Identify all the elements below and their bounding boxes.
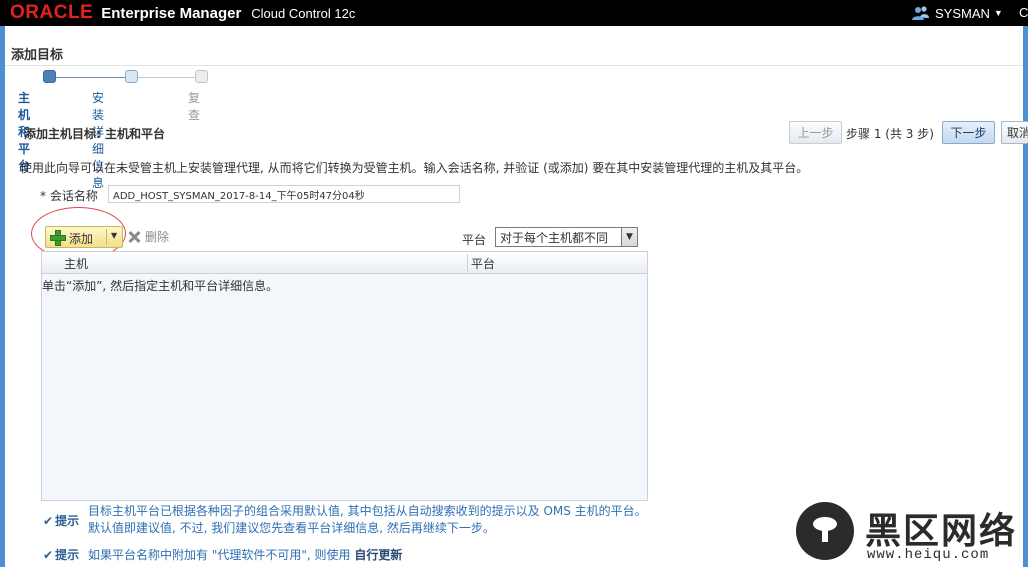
oracle-logo: ORACLE [10,2,94,23]
watermark-glyph-icon [813,517,837,542]
user-menu[interactable]: SYSMAN ▼ [912,0,1003,26]
add-button-label: 添加 [69,232,94,246]
top-bar: ORACLE Enterprise Manager Cloud Control … [0,0,1028,26]
train-stop-next[interactable] [125,70,138,83]
table-empty-message: 单击“添加”, 然后指定主机和平台详细信息。 [42,279,279,293]
delete-button[interactable]: 删除 [127,228,169,245]
session-name-input[interactable] [108,185,460,203]
product-name: Enterprise Manager [101,4,242,22]
column-header-platform[interactable]: 平台 [471,255,495,272]
train-connector [56,77,125,78]
platform-select-value: 对于每个主机都不同 [500,230,609,245]
header-more-text[interactable]: C [1019,5,1028,20]
chevron-down-icon: ▼ [993,8,1003,18]
divider [5,65,1023,66]
section-title: 添加主机目标: 主机和平台 [24,127,165,141]
back-button[interactable]: 上一步 [789,121,842,144]
add-button[interactable]: 添加 ▼ [45,226,123,248]
train-stop-disabled [195,70,208,83]
step-indicator: 步骤 1 (共 3 步) [846,127,934,141]
train-connector [138,77,195,78]
session-name-label: * 会话名称 [40,189,98,203]
column-header-host[interactable]: 主机 [64,255,88,272]
page-title: 添加目标 [11,48,64,63]
watermark-url: www.heiqu.com [867,547,990,563]
next-button[interactable]: 下一步 [942,121,995,144]
delete-icon [127,230,141,244]
plus-icon [50,230,66,246]
delete-button-label: 删除 [145,230,170,244]
train-stop-current[interactable] [43,70,56,83]
check-icon: ✔ [43,514,54,528]
hint-text: 目标主机平台已根据各种因子的组合采用默认值, 其中包括从自动搜索收到的提示以及 … [88,504,647,535]
chevron-down-icon[interactable]: ▼ [111,231,117,240]
platform-label: 平台 [462,233,487,247]
chevron-down-icon[interactable]: ▼ [621,228,637,246]
column-divider[interactable] [467,254,468,272]
platform-select[interactable]: 对于每个主机都不同 ▼ [495,227,638,247]
frame-border-right [1023,26,1028,567]
hint-badge: ✔ 提示 [43,548,80,562]
product-version: Cloud Control 12c [251,5,356,21]
train-label-review: 复查 [188,91,201,122]
hosts-table: 主机 平台 单击“添加”, 然后指定主机和平台详细信息。 [41,251,648,501]
cancel-button[interactable]: 取消 [1001,121,1028,144]
split-divider [106,229,107,245]
hint-badge: ✔ 提示 [43,514,80,528]
table-header: 主机 平台 [42,252,647,274]
users-icon [912,6,929,20]
hint-text: 如果平台名称中附加有 "代理软件不可用", 则使用 自行更新 [88,548,403,562]
check-icon: ✔ [43,548,54,562]
instruction-text: 使用此向导可以在未受管主机上安装管理代理, 从而将它们转换为受管主机。输入会话名… [20,161,809,175]
watermark: 黑区网络 www.heiqu.com [793,500,1028,567]
user-name: SYSMAN [935,5,990,21]
self-update-link[interactable]: 自行更新 [354,548,402,562]
